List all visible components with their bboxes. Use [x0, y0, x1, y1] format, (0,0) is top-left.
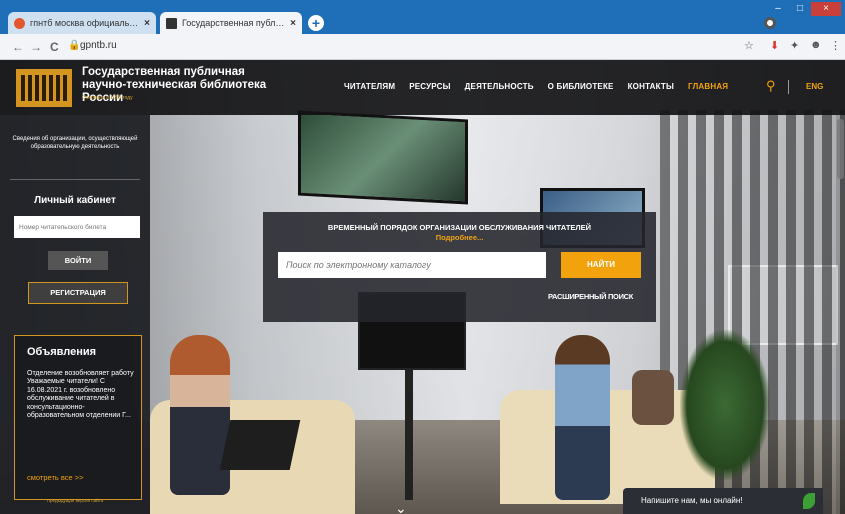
browser-tab[interactable]: гпнтб москва официальный са ×: [8, 12, 156, 34]
browser-tab-bar: гпнтб москва официальный са × Государств…: [0, 0, 845, 34]
site-header: Государственная публичная научно-техниче…: [0, 60, 845, 115]
url-field[interactable]: gpntb.ru: [80, 40, 117, 51]
find-button[interactable]: НАЙТИ: [561, 252, 641, 278]
page-scrollbar[interactable]: [836, 115, 845, 514]
announcements-title: Объявления: [27, 346, 97, 358]
extension-icon[interactable]: ⬇: [770, 39, 779, 52]
tab-title: гпнтб москва официальный са: [30, 18, 139, 28]
profile-icon[interactable]: [764, 17, 776, 29]
forward-icon[interactable]: →: [30, 40, 42, 54]
site-subtitle: Основана в 1958 году: [82, 95, 133, 101]
reader-figure: [170, 335, 230, 495]
service-notice[interactable]: ВРЕМЕННЫЙ ПОРЯДОК ОРГАНИЗАЦИИ ОБСЛУЖИВАН…: [263, 223, 656, 232]
minimize-button[interactable]: –: [767, 2, 789, 16]
sidebar-divider: [10, 179, 140, 180]
menu-item-about[interactable]: О БИБЛИОТЕКЕ: [548, 82, 614, 91]
announcements-box: Объявления Отделение возобновляет работу…: [14, 335, 142, 500]
search-panel: ВРЕМЕННЫЙ ПОРЯДОК ОРГАНИЗАЦИИ ОБСЛУЖИВАН…: [263, 212, 656, 322]
backpack: [632, 370, 674, 425]
personal-cabinet-title: Личный кабинет: [34, 195, 116, 206]
plant: [680, 330, 770, 480]
lock-icon: 🔒: [68, 40, 81, 51]
announcement-text[interactable]: Отделение возобновляет работу Уважаемые …: [27, 370, 137, 420]
tab-close-icon[interactable]: ×: [290, 18, 296, 29]
login-button[interactable]: ВОЙТИ: [48, 251, 108, 270]
menu-item-resources[interactable]: РЕСУРСЫ: [409, 82, 450, 91]
new-tab-button[interactable]: +: [308, 15, 324, 31]
language-switch[interactable]: ENG: [806, 82, 823, 91]
menu-item-contacts[interactable]: КОНТАКТЫ: [628, 82, 674, 91]
window-controls: – □ ×: [767, 2, 841, 16]
extensions-puzzle-icon[interactable]: ✦: [790, 39, 799, 52]
favicon-icon: [166, 17, 177, 29]
reader-ticket-input[interactable]: [14, 216, 140, 238]
back-icon[interactable]: ←: [12, 40, 24, 54]
see-all-link[interactable]: смотреть все >>: [27, 473, 84, 482]
favicon-icon: [14, 17, 25, 29]
menu-item-readers[interactable]: ЧИТАТЕЛЯМ: [344, 82, 395, 91]
profile-avatar-icon[interactable]: ☻: [810, 39, 822, 51]
website-viewport: Государственная публичная научно-техниче…: [0, 60, 845, 514]
reader-figure: [555, 335, 610, 500]
chat-widget[interactable]: Напишите нам, мы онлайн!: [623, 488, 823, 514]
tab-title: Государственная публичная на: [182, 18, 286, 28]
browser-tab-active[interactable]: Государственная публичная на ×: [160, 12, 302, 34]
tab-close-icon[interactable]: ×: [144, 18, 150, 29]
site-title-line: научно-техническая библиотека России: [82, 79, 267, 104]
header-divider: [788, 80, 789, 94]
chat-label: Напишите нам, мы онлайн!: [641, 496, 743, 505]
wall-screen: [298, 110, 468, 205]
old-version-link[interactable]: Предыдущая версия сайта: [0, 498, 150, 503]
menu-item-activity[interactable]: ДЕЯТЕЛЬНОСТЬ: [465, 82, 534, 91]
reload-icon[interactable]: C: [50, 40, 59, 54]
menu-item-home[interactable]: ГЛАВНАЯ: [688, 82, 728, 91]
library-logo[interactable]: [16, 69, 72, 107]
search-icon[interactable]: ⚲: [766, 78, 776, 94]
more-link[interactable]: Подробнее...: [263, 233, 656, 242]
bookmark-star-icon[interactable]: ☆: [744, 39, 754, 52]
maximize-button[interactable]: □: [789, 2, 811, 16]
scrollbar-thumb[interactable]: [837, 119, 844, 179]
catalog-search-input[interactable]: [278, 252, 546, 278]
address-bar: ← → C 🔒 gpntb.ru ☆ ⬇ ✦ ☻ ⋮: [0, 34, 845, 60]
tv-stand: [405, 370, 413, 500]
scroll-down-icon[interactable]: ⌄: [395, 500, 407, 514]
laptop: [219, 420, 301, 470]
main-menu: ЧИТАТЕЛЯМ РЕСУРСЫ ДЕЯТЕЛЬНОСТЬ О БИБЛИОТ…: [344, 82, 728, 91]
site-title-line: Государственная публичная: [82, 66, 245, 78]
advanced-search-link[interactable]: РАСШИРЕННЫЙ ПОИСК: [548, 292, 633, 301]
browser-menu-icon[interactable]: ⋮: [830, 39, 841, 52]
chat-leaf-icon: [803, 493, 815, 509]
sidebar: Сведения об организации, осуществляющей …: [0, 115, 150, 514]
register-button[interactable]: РЕГИСТРАЦИЯ: [28, 282, 128, 304]
education-info-link[interactable]: Сведения об организации, осуществляющей …: [8, 135, 142, 151]
close-window-button[interactable]: ×: [811, 2, 841, 16]
